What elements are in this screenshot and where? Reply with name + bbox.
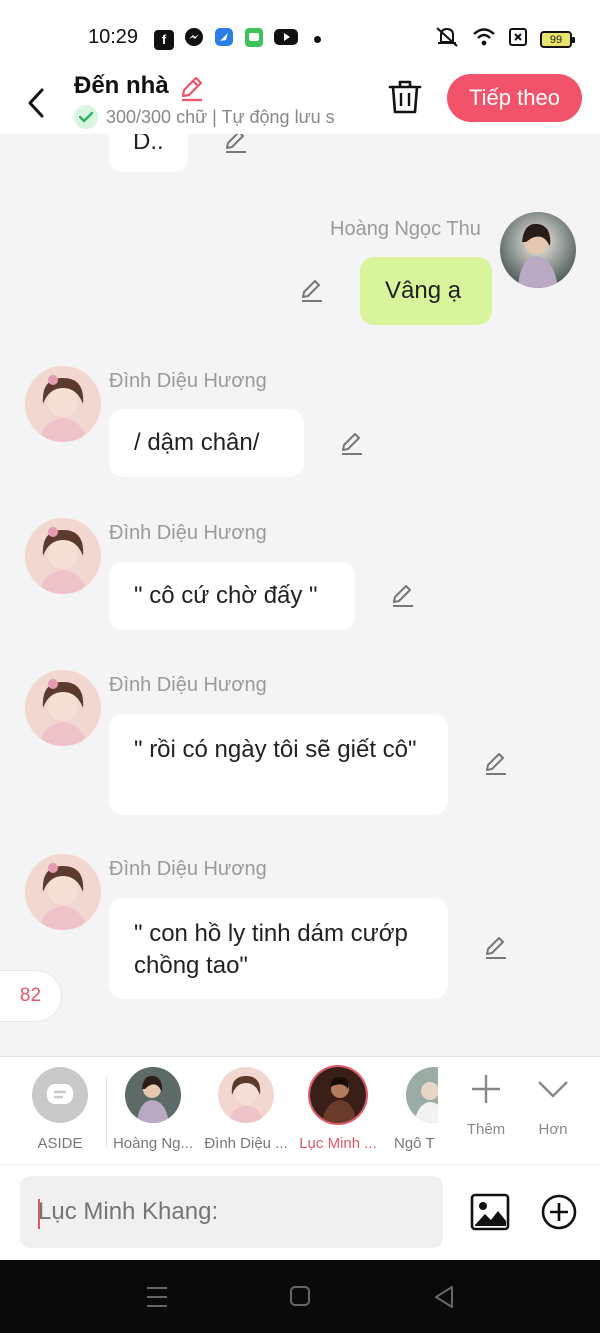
- save-status: 300/300 chữ | Tự động lưu s: [74, 104, 360, 130]
- character-dinh-dieu-huong[interactable]: Đình Diệu ...: [200, 1067, 292, 1152]
- mute-icon: [434, 26, 460, 53]
- message-bubble[interactable]: " rồi có ngày tôi sẽ giết cô": [109, 714, 448, 815]
- avatar: [218, 1067, 274, 1123]
- message-bubble[interactable]: Vâng ạ: [360, 257, 492, 325]
- message-bubble[interactable]: D..: [109, 134, 188, 172]
- add-label: Thêm: [466, 1121, 506, 1138]
- battery-indicator: 99: [540, 31, 575, 48]
- editor-header: Đến nhà 300/300 chữ | Tự động lưu s Tiếp…: [0, 72, 600, 134]
- edit-message-icon[interactable]: [338, 430, 366, 458]
- character-bar: ASIDE Hoàng Ng... Đình Diệu ... Lục Minh…: [0, 1056, 600, 1164]
- character-aside[interactable]: ASIDE: [14, 1067, 106, 1152]
- avatar: [310, 1067, 366, 1123]
- sender-name: Đình Diệu Hương: [109, 858, 267, 880]
- next-button[interactable]: Tiếp theo: [447, 74, 582, 122]
- avatar[interactable]: [25, 518, 101, 594]
- notification-icons: f: [154, 26, 321, 53]
- clock: 10:29: [88, 26, 139, 48]
- avatar[interactable]: [500, 212, 576, 288]
- message-bubble[interactable]: " con hồ ly tinh dám cướp chồng tao": [109, 898, 448, 999]
- sender-name: Đình Diệu Hương: [109, 522, 267, 544]
- youtube-icon: [274, 28, 298, 51]
- edit-title-icon[interactable]: [178, 74, 204, 102]
- more-notifications-dot: [314, 36, 321, 43]
- word-counter-badge[interactable]: 82: [0, 970, 62, 1022]
- message-bubble[interactable]: / dậm chân/: [109, 409, 304, 477]
- avatar: [406, 1067, 438, 1123]
- avatar[interactable]: [25, 854, 101, 930]
- avatar[interactable]: [25, 670, 101, 746]
- edit-message-icon[interactable]: [298, 277, 326, 305]
- avatar: [125, 1067, 181, 1123]
- status-bar: 10:29 f 99: [0, 0, 600, 72]
- aside-icon: [32, 1067, 88, 1123]
- avatar[interactable]: [25, 366, 101, 442]
- chat-area[interactable]: D.. Hoàng Ngọc Thu Vâng ạ Đình Diệu Hươn…: [0, 134, 600, 1056]
- message-text: / dậm chân/: [134, 429, 260, 456]
- system-icons: 99: [434, 26, 575, 53]
- character-label: Ngô T: [394, 1135, 435, 1152]
- more-label: Hơn: [538, 1121, 568, 1138]
- sender-name: Đình Diệu Hương: [109, 370, 267, 392]
- messenger-icon: [184, 27, 204, 52]
- edit-message-icon[interactable]: [389, 582, 417, 610]
- story-title[interactable]: Đến nhà: [74, 72, 169, 100]
- no-sim-icon: [508, 27, 528, 52]
- message-text: " con hồ ly tinh dám cướp chồng tao": [134, 920, 408, 979]
- chevron-down-icon: [538, 1081, 568, 1098]
- edit-message-icon[interactable]: [482, 750, 510, 778]
- zalo-icon: [244, 26, 264, 53]
- system-nav-bar: [0, 1260, 600, 1333]
- more-button[interactable]: Hơn: [525, 1071, 581, 1138]
- character-label: Lục Minh ...: [299, 1135, 377, 1152]
- message-bubble[interactable]: " cô cứ chờ đấy ": [109, 562, 355, 630]
- add-character-button[interactable]: Thêm: [458, 1071, 514, 1138]
- menu-icon[interactable]: [146, 1284, 172, 1310]
- back-button[interactable]: [22, 80, 52, 118]
- messenger-lite-icon: [214, 27, 234, 52]
- sender-name: Đình Diệu Hương: [109, 674, 267, 696]
- trash-icon[interactable]: [388, 78, 422, 116]
- character-luc-minh-khang[interactable]: Lục Minh ...: [292, 1067, 384, 1152]
- message-text: Vâng ạ: [385, 277, 462, 304]
- check-icon: [74, 105, 98, 129]
- facebook-icon: f: [154, 29, 174, 50]
- wifi-icon: [472, 27, 496, 52]
- home-icon[interactable]: [288, 1284, 314, 1310]
- character-label: ASIDE: [37, 1135, 83, 1152]
- message-text: D..: [133, 134, 164, 155]
- sender-name: Hoàng Ngọc Thu: [330, 218, 481, 240]
- save-status-text: 300/300 chữ | Tự động lưu s: [106, 106, 335, 127]
- message-text: " rồi có ngày tôi sẽ giết cô": [134, 736, 417, 763]
- edit-message-icon[interactable]: [222, 134, 250, 156]
- character-hoang-ngoc-thu[interactable]: Hoàng Ng...: [107, 1067, 199, 1152]
- text-cursor: [38, 1199, 40, 1229]
- image-icon[interactable]: [470, 1193, 510, 1231]
- add-circle-icon[interactable]: [540, 1193, 578, 1231]
- message-input[interactable]: [20, 1176, 443, 1248]
- message-text: " cô cứ chờ đấy ": [134, 582, 318, 609]
- character-label: Đình Diệu ...: [204, 1135, 288, 1152]
- character-ngo[interactable]: Ngô T: [380, 1067, 438, 1152]
- plus-icon: [472, 1075, 500, 1103]
- back-nav-icon[interactable]: [432, 1284, 458, 1310]
- composer: [0, 1164, 600, 1260]
- character-label: Hoàng Ng...: [112, 1135, 194, 1152]
- edit-message-icon[interactable]: [482, 934, 510, 962]
